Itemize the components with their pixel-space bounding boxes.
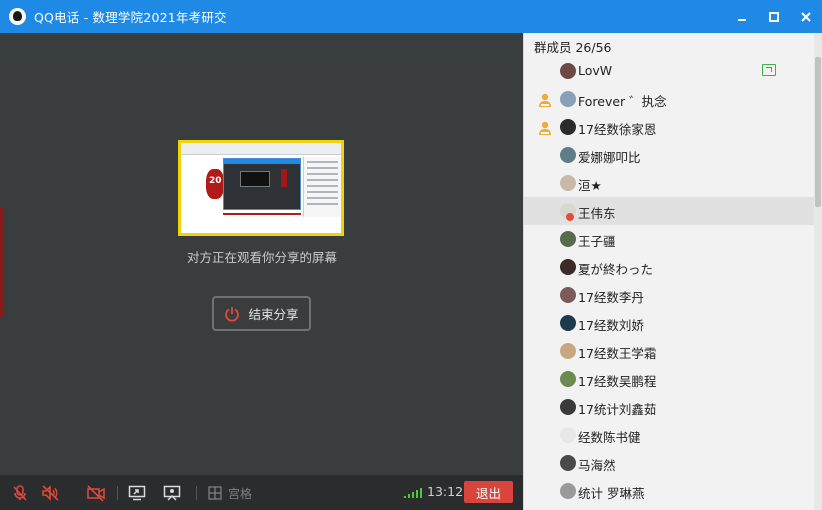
stage-edge-accent <box>0 208 3 318</box>
member-avatar <box>560 427 576 443</box>
presentation-icon <box>163 485 181 501</box>
member-avatar <box>560 259 576 275</box>
thumbnail-number: 20 <box>209 176 222 186</box>
call-timer: 13:12 <box>427 484 464 499</box>
member-row[interactable]: 17经数王学霜 <box>524 337 815 365</box>
member-avatar <box>560 371 576 387</box>
member-avatar <box>560 63 576 79</box>
member-avatar <box>560 483 576 499</box>
thumbnail-red-side <box>281 169 287 187</box>
maximize-icon <box>769 11 779 22</box>
window-controls <box>726 0 822 33</box>
member-row[interactable]: LovW <box>524 57 815 85</box>
signal-icon <box>404 488 424 498</box>
member-name: 17经数徐家恩 <box>578 122 657 137</box>
minimize-button[interactable] <box>726 0 758 33</box>
screen-share-icon <box>128 485 146 501</box>
end-share-button[interactable]: 结束分享 <box>212 296 311 331</box>
member-name: 统计 罗琳燕 <box>578 486 645 501</box>
thumbnail-toolbar <box>181 143 341 155</box>
grid-view-label[interactable]: 宫格 <box>228 485 252 502</box>
member-row[interactable]: 统计 罗琳燕 <box>524 477 815 505</box>
close-button[interactable] <box>790 0 822 33</box>
speaker-off-button[interactable] <box>40 483 60 503</box>
call-toolbar: 宫格 13:12 退出 <box>0 475 523 510</box>
toolbar-separator <box>117 486 118 500</box>
camera-off-button[interactable] <box>86 483 106 503</box>
member-name: LovW <box>578 63 613 78</box>
member-name: 17经数李丹 <box>578 290 644 305</box>
member-name: Forever ゛执念 <box>578 94 667 109</box>
admin-badge-icon <box>537 92 553 108</box>
member-row[interactable]: 17经数李丹 <box>524 281 815 309</box>
mic-off-button[interactable] <box>10 483 30 503</box>
member-panel: 群成员 26/56 LovW Forever ゛执念 17经数徐家恩 爱娜娜叩比洹★ 王… <box>523 33 822 510</box>
member-list-scrollbar[interactable] <box>814 33 822 510</box>
member-name: 王子疆 <box>578 234 616 249</box>
thumbnail-red-bar <box>223 213 301 215</box>
thumbnail-inner-window <box>223 158 301 210</box>
member-row[interactable]: 夏が終わった <box>524 253 815 281</box>
presentation-button[interactable] <box>162 483 182 503</box>
muted-indicator-icon <box>566 213 574 221</box>
scrollbar-thumb[interactable] <box>815 57 821 207</box>
toolbar-separator <box>196 486 197 500</box>
maximize-button[interactable] <box>758 0 790 33</box>
member-name: 17经数王学霜 <box>578 346 657 361</box>
member-avatar <box>560 343 576 359</box>
mic-off-icon <box>13 485 27 501</box>
member-avatar <box>560 315 576 331</box>
grid-icon <box>208 486 222 500</box>
member-avatar <box>560 147 576 163</box>
member-name: 经数陈书健 <box>578 430 641 445</box>
speaker-off-icon <box>42 485 59 501</box>
screen-share-button[interactable] <box>127 483 147 503</box>
member-avatar <box>560 231 576 247</box>
member-avatar <box>560 455 576 471</box>
member-row[interactable]: 经数陈书健 <box>524 421 815 449</box>
member-row[interactable]: 17经数徐家恩 <box>524 113 815 141</box>
thumbnail-right-panel <box>303 157 341 217</box>
member-avatar <box>560 287 576 303</box>
qq-penguin-icon <box>9 8 26 25</box>
member-row[interactable]: 17经数吴鹏程 <box>524 365 815 393</box>
shared-screen-thumbnail[interactable]: 20 <box>178 140 344 236</box>
title-bar: QQ电话 - 数理学院2021年考研交 <box>0 0 822 33</box>
member-row[interactable]: 王子疆 <box>524 225 815 253</box>
member-count-header: 群成员 26/56 <box>534 40 612 55</box>
sharing-screen-icon <box>762 64 776 76</box>
member-avatar <box>560 119 576 135</box>
share-caption: 对方正在观看你分享的屏幕 <box>186 250 337 265</box>
thumbnail-inner-screen <box>240 171 270 187</box>
member-list: LovW Forever ゛执念 17经数徐家恩 爱娜娜叩比洹★ 王伟东王子疆夏が終わっ… <box>524 57 815 505</box>
member-row[interactable]: 王伟东 <box>524 197 815 225</box>
minimize-icon <box>738 18 746 21</box>
member-row[interactable]: 17统计刘鑫茹 <box>524 393 815 421</box>
member-avatar <box>560 91 576 107</box>
member-name: 17经数吴鹏程 <box>578 374 657 389</box>
member-row[interactable]: Forever ゛执念 <box>524 85 815 113</box>
member-name: 17统计刘鑫茹 <box>578 402 657 417</box>
member-row[interactable]: 17经数刘娇 <box>524 309 815 337</box>
power-icon <box>225 306 240 322</box>
member-row[interactable]: 洹★ <box>524 169 815 197</box>
member-name: 爱娜娜叩比 <box>578 150 641 165</box>
member-avatar <box>560 175 576 191</box>
close-icon <box>801 11 811 22</box>
window-title: QQ电话 - 数理学院2021年考研交 <box>34 10 227 25</box>
grid-view-button[interactable] <box>205 483 225 503</box>
member-row[interactable]: 爱娜娜叩比 <box>524 141 815 169</box>
member-row[interactable]: 马海然 <box>524 449 815 477</box>
member-name: 洹★ <box>578 178 602 193</box>
admin-badge-icon <box>537 120 553 136</box>
camera-off-icon <box>87 485 105 502</box>
member-name: 夏が終わった <box>578 262 654 277</box>
member-name: 王伟东 <box>578 206 616 221</box>
video-stage: 20 对方正在观看你分享的屏幕 结束分享 <box>0 33 523 475</box>
end-share-label: 结束分享 <box>248 307 299 322</box>
exit-call-button[interactable]: 退出 <box>464 481 513 503</box>
member-name: 马海然 <box>578 458 616 473</box>
member-name: 17经数刘娇 <box>578 318 644 333</box>
member-avatar <box>560 399 576 415</box>
